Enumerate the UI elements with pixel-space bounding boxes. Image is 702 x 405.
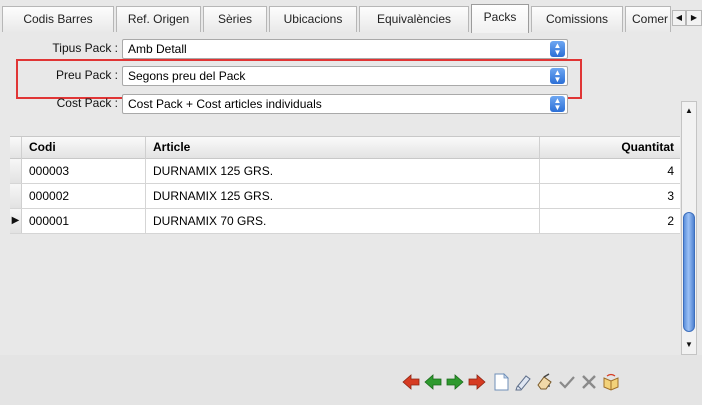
row-indicator[interactable] <box>10 159 22 183</box>
column-header-article[interactable]: Article <box>146 137 540 159</box>
column-header-codi[interactable]: Codi <box>22 137 146 159</box>
tab-codis-barres[interactable]: Codis Barres <box>2 6 114 32</box>
tab-ref-origen[interactable]: Ref. Origen <box>116 6 201 32</box>
table-row[interactable]: 000002 DURNAMIX 125 GRS. 3 <box>10 184 680 209</box>
cell-article[interactable]: DURNAMIX 70 GRS. <box>146 209 540 233</box>
pack-items-grid: Codi Article Quantitat 000003 DURNAMIX 1… <box>10 136 680 355</box>
tipus-pack-label: Tipus Pack : <box>52 41 118 55</box>
cell-quantitat[interactable]: 3 <box>540 184 680 208</box>
tab-equivalencies[interactable]: Equivalències <box>359 6 469 32</box>
scroll-thumb[interactable] <box>683 212 695 332</box>
delete-icon[interactable] <box>536 373 554 391</box>
row-indicator[interactable] <box>10 184 22 208</box>
prior-icon[interactable] <box>424 373 442 391</box>
refresh-icon[interactable] <box>602 373 620 391</box>
navigator-toolbar <box>0 355 702 405</box>
tipus-pack-value: Amb Detall <box>128 42 187 56</box>
packs-window: Codis Barres Ref. Origen Sèries Ubicacio… <box>0 0 702 405</box>
cancel-icon[interactable] <box>580 373 598 391</box>
cell-article[interactable]: DURNAMIX 125 GRS. <box>146 184 540 208</box>
new-icon[interactable] <box>492 373 510 391</box>
tab-comissions[interactable]: Comissions <box>531 6 623 32</box>
cost-pack-value: Cost Pack + Cost articles individuals <box>128 97 322 111</box>
edit-icon[interactable] <box>514 373 532 391</box>
current-row-indicator-icon[interactable]: ▶ <box>10 209 22 233</box>
table-row[interactable]: 000003 DURNAMIX 125 GRS. 4 <box>10 159 680 184</box>
header-indicator-cell <box>10 137 22 159</box>
table-row[interactable]: ▶ 000001 DURNAMIX 70 GRS. 2 <box>10 209 680 234</box>
scroll-down-icon[interactable]: ▼ <box>682 338 696 352</box>
last-icon[interactable] <box>468 373 486 391</box>
post-icon[interactable] <box>558 373 576 391</box>
scroll-up-icon[interactable]: ▲ <box>682 104 696 118</box>
pack-settings-form: Tipus Pack : Amb Detall ▲ ▼ Preu Pack : S… <box>0 32 702 136</box>
cell-codi[interactable]: 000003 <box>22 159 146 183</box>
tab-scroll-right-icon[interactable]: ▶ <box>686 10 702 26</box>
cell-codi[interactable]: 000001 <box>22 209 146 233</box>
grid-header: Codi Article Quantitat <box>10 136 680 159</box>
select-arrows-icon[interactable]: ▲ ▼ <box>550 41 565 57</box>
cell-quantitat[interactable]: 4 <box>540 159 680 183</box>
first-icon[interactable] <box>402 373 420 391</box>
tipus-pack-select[interactable]: Amb Detall ▲ ▼ <box>122 39 568 59</box>
vertical-scrollbar[interactable]: ▲ ▼ <box>681 101 697 355</box>
tab-packs[interactable]: Packs <box>471 4 529 33</box>
tab-comer[interactable]: Comer <box>625 6 671 32</box>
tab-ubicacions[interactable]: Ubicacions <box>269 6 357 32</box>
next-icon[interactable] <box>446 373 464 391</box>
cell-article[interactable]: DURNAMIX 125 GRS. <box>146 159 540 183</box>
cost-pack-label: Cost Pack : <box>56 96 118 110</box>
tab-bar: Codis Barres Ref. Origen Sèries Ubicacio… <box>0 0 702 33</box>
cost-pack-highlight <box>16 59 582 99</box>
cell-quantitat[interactable]: 2 <box>540 209 680 233</box>
tab-series[interactable]: Sèries <box>203 6 267 32</box>
select-arrows-icon[interactable]: ▲ ▼ <box>550 96 565 112</box>
tab-scroll-left-icon[interactable]: ◀ <box>672 10 686 26</box>
cost-pack-select[interactable]: Cost Pack + Cost articles individuals ▲ ▼ <box>122 94 568 114</box>
column-header-quantitat[interactable]: Quantitat <box>540 137 680 159</box>
cell-codi[interactable]: 000002 <box>22 184 146 208</box>
